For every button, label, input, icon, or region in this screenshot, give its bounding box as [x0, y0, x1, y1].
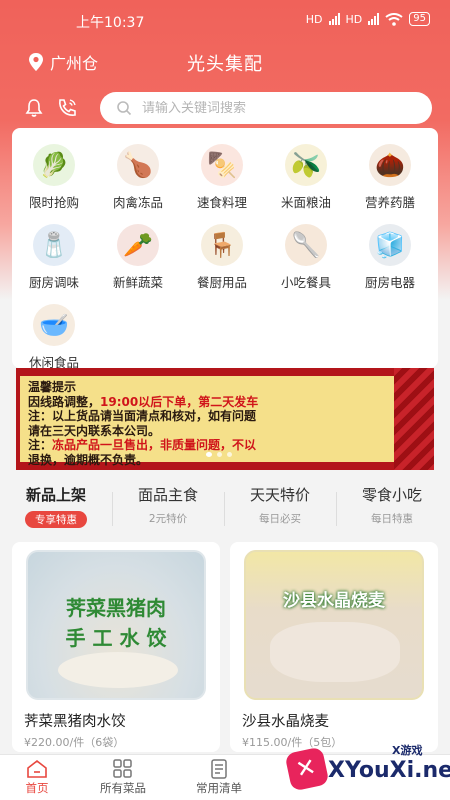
- battery-indicator: 95: [409, 12, 430, 26]
- tab-subtitle: 2元特价: [148, 513, 188, 525]
- category-item[interactable]: 🫒 米面粮油: [264, 128, 348, 210]
- shumai-illustration: [270, 622, 400, 682]
- tab-subtitle: 专享特惠: [25, 511, 87, 528]
- category-label: 厨房电器: [364, 275, 415, 290]
- category-label: 小吃餐具: [280, 275, 331, 290]
- status-time: 上午10:37: [76, 15, 145, 31]
- category-item[interactable]: 🍢 速食料理: [180, 128, 264, 210]
- tab-title: 面品主食: [137, 486, 198, 504]
- watermark-logo-icon: [284, 746, 330, 792]
- category-grid: 🥬 限时抢购 🍗 肉禽冻品 🍢 速食料理 🫒 米面粮油 🌰 营养药膳 🧂 厨房调…: [12, 128, 438, 370]
- category-item[interactable]: 🥄 小吃餐具: [264, 208, 348, 290]
- dumplings-illustration: [58, 652, 178, 688]
- product-image: 沙县水晶烧麦: [244, 550, 424, 700]
- bell-icon[interactable]: [24, 98, 44, 118]
- search-row: [0, 92, 450, 126]
- status-icons: HD HD 95: [306, 12, 430, 26]
- category-label: 餐厨用品: [196, 275, 247, 290]
- list-icon: [211, 759, 227, 779]
- phone-icon[interactable]: [56, 97, 78, 119]
- oil-bottle-icon: 🫒: [285, 144, 327, 186]
- search-icon: [117, 101, 132, 116]
- product-price: ¥220.00/件（6袋）: [24, 736, 125, 749]
- category-item[interactable]: 🪑 餐厨用品: [180, 208, 264, 290]
- category-label: 新鲜蔬菜: [112, 275, 163, 290]
- tab-daily-deals[interactable]: 天天特价 每日必买: [224, 484, 336, 526]
- carousel-dot[interactable]: [206, 452, 212, 457]
- snack-food-icon: 🍢: [201, 144, 243, 186]
- notice-heading: 温馨提示: [28, 380, 77, 394]
- notice-highlight: 冻品产品一旦售出，非质量问题，不以: [52, 438, 257, 452]
- tab-new-arrivals[interactable]: 新品上架 专享特惠: [0, 484, 112, 528]
- drink-bowl-icon: 🥣: [33, 304, 75, 346]
- product-name: 沙县水晶烧麦: [242, 714, 329, 730]
- bag-label: 荠菜黑猪肉: [66, 596, 166, 620]
- category-item[interactable]: 🧊 厨房电器: [348, 208, 432, 290]
- notice-line: 请在三天内联系本公司。: [28, 423, 161, 438]
- seasoning-pack-icon: 🧂: [33, 224, 75, 266]
- search-input[interactable]: [142, 100, 402, 116]
- carousel-dots[interactable]: [206, 452, 232, 457]
- tab-title: 新品上架: [25, 486, 86, 504]
- chair-icon: 🪑: [201, 224, 243, 266]
- product-name: 荠菜黑猪肉水饺: [24, 714, 126, 730]
- tab-subtitle: 每日特惠: [371, 513, 413, 525]
- notice-line: 因线路调整，19:00以后下单，第二天发车: [28, 395, 402, 410]
- home-icon: [27, 759, 47, 778]
- product-image: 荠菜黑猪肉 手 工 水 饺: [26, 550, 206, 700]
- notice-text: 因线路调整，: [28, 394, 101, 409]
- carousel-dot[interactable]: [227, 452, 232, 457]
- signal-icon-2: [368, 13, 380, 25]
- carousel-dot[interactable]: [217, 452, 222, 457]
- tab-subtitle: 每日必买: [259, 513, 301, 525]
- category-item[interactable]: 🌰 营养药膳: [348, 128, 432, 210]
- utensils-icon: 🥄: [285, 224, 327, 266]
- watermark: X游戏 XYouXi.net: [284, 740, 450, 792]
- category-item[interactable]: 🧂 厨房调味: [12, 208, 96, 290]
- bag-label: 沙县水晶烧麦: [283, 591, 385, 611]
- notice-line: 注：以上货品请当面清点和核对，如有问题: [28, 409, 257, 423]
- product-card[interactable]: 沙县水晶烧麦 沙县水晶烧麦 ¥115.00/件（5包）: [230, 542, 438, 752]
- tab-label: 所有菜品: [100, 781, 146, 795]
- tab-noodles-staples[interactable]: 面品主食 2元特价: [112, 484, 224, 526]
- notice-line: 注：冻品产品一旦售出，非质量问题，不以: [28, 438, 402, 453]
- search-box[interactable]: [100, 92, 432, 124]
- cabbage-icon: 🥬: [33, 144, 75, 186]
- app-title: 光头集配: [187, 54, 263, 75]
- appliance-icon: 🧊: [369, 224, 411, 266]
- chicken-icon: 🍗: [117, 144, 159, 186]
- signal-icon: [328, 13, 340, 25]
- grid-icon: [113, 759, 132, 778]
- tab-label: 常用清单: [196, 781, 242, 795]
- product-tabs: 新品上架 专享特惠 面品主食 2元特价 天天特价 每日必买 零食小吃 每日特惠: [0, 478, 450, 534]
- top-bar: 广州仓 光头集配: [0, 44, 450, 80]
- category-item[interactable]: 🥕 新鲜蔬菜: [96, 208, 180, 290]
- tab-title: 天天特价: [249, 486, 310, 504]
- signal-label-2: HD: [345, 12, 363, 26]
- watermark-text: XYouXi.net: [328, 758, 450, 783]
- signal-label-1: HD: [305, 12, 323, 26]
- tab-label: 首页: [25, 781, 49, 795]
- bag-label: 手 工 水 饺: [65, 626, 167, 650]
- category-item[interactable]: 🥬 限时抢购: [12, 128, 96, 210]
- watermark-small-text: X游戏: [392, 744, 423, 757]
- tab-frequent-list[interactable]: 常用清单: [174, 758, 264, 796]
- banner-decoration: [394, 368, 434, 470]
- category-item[interactable]: 🥣 休闲食品: [12, 288, 96, 370]
- notice-text: 注：: [28, 438, 53, 452]
- vegetables-icon: 🥕: [117, 224, 159, 266]
- notice-highlight: 19:00以后下单，第二天发车: [100, 394, 259, 409]
- product-card[interactable]: 荠菜黑猪肉 手 工 水 饺 荠菜黑猪肉水饺 ¥220.00/件（6袋）: [12, 542, 220, 752]
- wifi-icon: [385, 12, 403, 26]
- tab-all-dishes[interactable]: 所有菜品: [78, 758, 168, 796]
- tab-snacks[interactable]: 零食小吃 每日特惠: [336, 484, 448, 526]
- category-item[interactable]: 🍗 肉禽冻品: [96, 128, 180, 210]
- herbs-icon: 🌰: [369, 144, 411, 186]
- status-bar: 上午10:37 HD HD 95: [0, 0, 450, 40]
- tab-home[interactable]: 首页: [0, 758, 82, 796]
- tab-title: 零食小吃: [361, 486, 422, 504]
- notice-panel: 温馨提示 因线路调整，19:00以后下单，第二天发车 注：以上货品请当面清点和核…: [20, 376, 410, 467]
